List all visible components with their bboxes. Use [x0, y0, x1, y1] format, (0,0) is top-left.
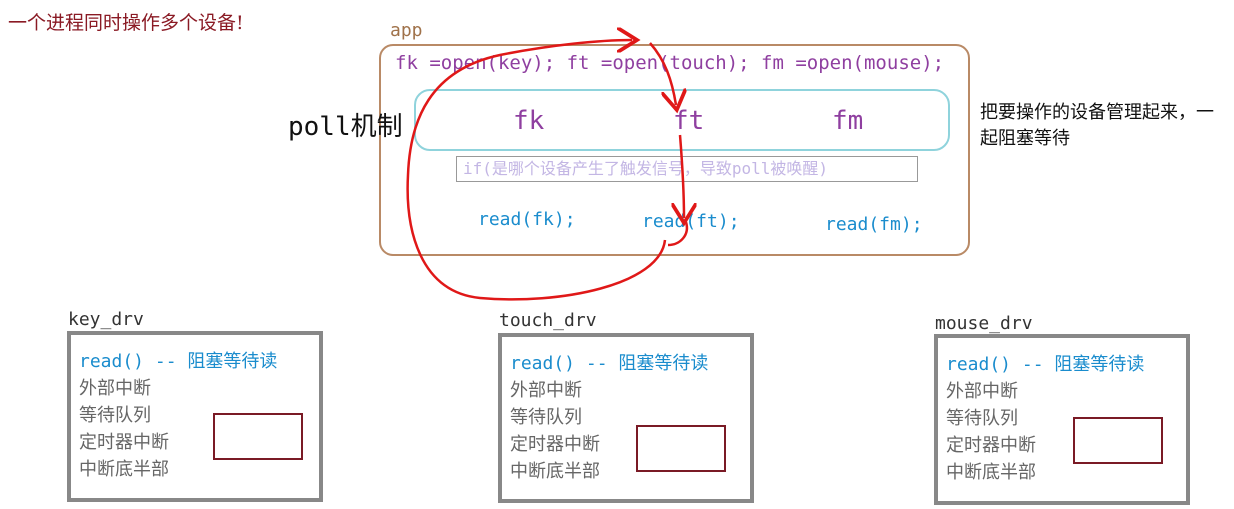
page-title: 一个进程同时操作多个设备!	[8, 12, 244, 34]
poll-mechanism-label: poll机制	[288, 112, 403, 142]
driver-line: 外部中断	[946, 381, 1018, 402]
driver-line: 中断底半部	[79, 459, 169, 480]
driver-line: 中断底半部	[510, 461, 600, 482]
mouse-drv-box: read() -- 阻塞等待读 外部中断 等待队列 定时器中断 中断底半部	[934, 334, 1190, 505]
driver-line: 中断底半部	[946, 462, 1036, 483]
touch-drv-inner-box	[636, 425, 726, 472]
mouse-drv-label: mouse_drv	[935, 313, 1033, 334]
touch-drv-box: read() -- 阻塞等待读 外部中断 等待队列 定时器中断 中断底半部	[498, 333, 754, 503]
key-drv-inner-box	[213, 413, 303, 460]
fd-fm: fm	[832, 106, 864, 136]
driver-line: 等待队列	[510, 407, 582, 428]
open-calls-line: fk =open(key); ft =open(touch); fm =open…	[395, 52, 945, 74]
key-drv-label: key_drv	[68, 309, 144, 330]
driver-line: read() -- 阻塞等待读	[510, 353, 709, 374]
driver-line: 定时器中断	[946, 435, 1036, 456]
mouse-drv-inner-box	[1073, 417, 1163, 464]
driver-line: 定时器中断	[510, 434, 600, 455]
read-fk-call: read(fk);	[478, 209, 576, 230]
driver-line: 等待队列	[946, 408, 1018, 429]
fd-fk: fk	[513, 106, 545, 136]
driver-line: 定时器中断	[79, 432, 169, 453]
driver-line: 等待队列	[79, 405, 151, 426]
driver-line: 外部中断	[79, 378, 151, 399]
app-label: app	[390, 20, 423, 41]
if-condition-box: if(是哪个设备产生了触发信号，导致poll被唤醒)	[456, 156, 918, 182]
driver-line: 外部中断	[510, 380, 582, 401]
side-note: 把要操作的设备管理起来，一起阻塞等待	[980, 102, 1214, 149]
driver-line: read() -- 阻塞等待读	[946, 354, 1145, 375]
driver-line: read() -- 阻塞等待读	[79, 351, 278, 372]
read-fm-call: read(fm);	[825, 214, 923, 235]
touch-drv-label: touch_drv	[499, 310, 597, 331]
fd-ft: ft	[673, 106, 705, 136]
read-ft-call: read(ft);	[642, 211, 740, 232]
key-drv-box: read() -- 阻塞等待读 外部中断 等待队列 定时器中断 中断底半部	[67, 331, 323, 502]
